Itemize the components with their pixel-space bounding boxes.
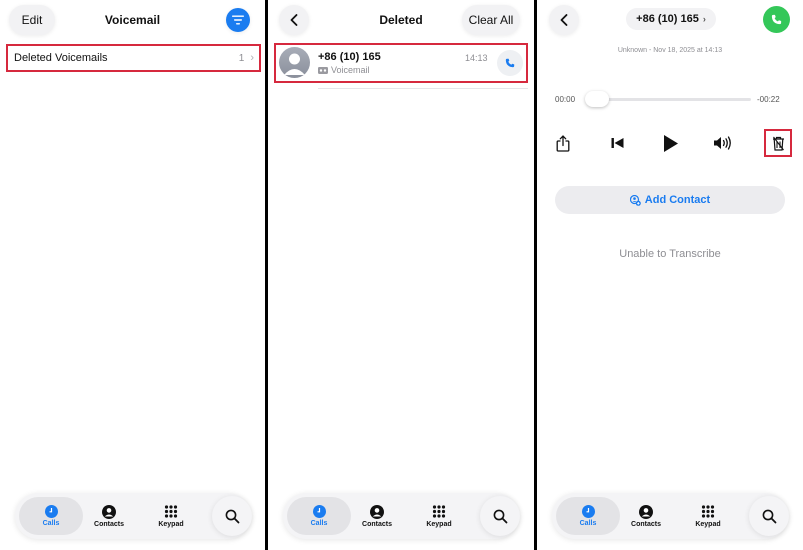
share-button[interactable] bbox=[552, 132, 574, 154]
chevron-right-icon: › bbox=[702, 14, 706, 24]
tab-calls-label: Calls bbox=[42, 520, 60, 527]
edit-label: Edit bbox=[21, 13, 43, 27]
search-button[interactable] bbox=[749, 496, 789, 536]
speaker-icon bbox=[714, 136, 731, 150]
tab-keypad-label: Keypad bbox=[158, 520, 184, 528]
tab-keypad[interactable]: Keypad bbox=[139, 497, 203, 535]
person-icon bbox=[639, 504, 653, 519]
tab-calls[interactable]: Calls bbox=[556, 497, 620, 535]
voicemail-meta: Unknown - Nov 18, 2025 at 14:13 bbox=[617, 47, 723, 54]
highlight-box bbox=[764, 129, 792, 157]
skip-back-button[interactable] bbox=[606, 132, 628, 154]
tab-calls-label: Calls bbox=[579, 520, 597, 527]
elapsed-time: 00:00 bbox=[555, 95, 576, 104]
caller-number-button[interactable]: +86 (10) 165 › bbox=[626, 8, 716, 30]
add-contact-button[interactable]: Add Contact bbox=[555, 186, 785, 214]
back-button[interactable] bbox=[279, 5, 309, 35]
tab-calls[interactable]: Calls bbox=[287, 497, 351, 535]
voicemail-screen: Edit Voicemail Deleted Voicemails 1 › Ca… bbox=[0, 0, 265, 550]
clock-icon bbox=[312, 505, 326, 518]
progress-track[interactable] bbox=[587, 98, 751, 101]
filter-button[interactable] bbox=[226, 8, 250, 32]
play-button[interactable] bbox=[659, 131, 683, 155]
clear-all-label: Clear All bbox=[468, 13, 514, 27]
transcription-status: Unable to Transcribe bbox=[619, 248, 721, 260]
tab-keypad[interactable]: Keypad bbox=[407, 497, 471, 535]
add-contact-icon bbox=[629, 194, 641, 206]
skip-back-icon bbox=[611, 138, 623, 148]
remaining-time: -00:22 bbox=[757, 95, 780, 104]
phone-icon bbox=[771, 14, 782, 25]
search-icon bbox=[762, 509, 776, 523]
filter-icon bbox=[232, 15, 244, 25]
tab-contacts-label: Contacts bbox=[362, 520, 392, 528]
tab-contacts[interactable]: Contacts bbox=[77, 497, 141, 535]
person-icon bbox=[102, 504, 116, 519]
clock-icon bbox=[581, 505, 595, 518]
deleted-screen: Deleted Clear All +86 (10) 165 Voicemail… bbox=[268, 0, 534, 550]
person-icon bbox=[370, 504, 384, 519]
tab-contacts[interactable]: Contacts bbox=[345, 497, 409, 535]
edit-button[interactable]: Edit bbox=[9, 5, 55, 35]
highlight-box bbox=[274, 43, 528, 83]
chevron-left-icon bbox=[290, 14, 298, 26]
keypad-icon bbox=[164, 504, 178, 518]
back-button[interactable] bbox=[549, 5, 579, 35]
caller-number: +86 (10) 165 bbox=[636, 13, 699, 25]
keypad-icon bbox=[701, 504, 715, 518]
speaker-button[interactable] bbox=[712, 132, 734, 154]
keypad-icon bbox=[432, 504, 446, 518]
search-icon bbox=[493, 509, 507, 523]
tab-keypad-label: Keypad bbox=[426, 520, 452, 528]
clock-icon bbox=[44, 505, 58, 518]
scrubber-handle[interactable] bbox=[585, 91, 609, 107]
tab-calls[interactable]: Calls bbox=[19, 497, 83, 535]
add-contact-label: Add Contact bbox=[644, 194, 711, 206]
call-back-button[interactable] bbox=[763, 6, 790, 33]
tab-contacts[interactable]: Contacts bbox=[614, 497, 678, 535]
tab-calls-label: Calls bbox=[310, 520, 328, 527]
divider bbox=[318, 88, 528, 89]
search-button[interactable] bbox=[212, 496, 252, 536]
tab-contacts-label: Contacts bbox=[631, 520, 661, 528]
voicemail-detail-screen: +86 (10) 165 › Unknown - Nov 18, 2025 at… bbox=[537, 0, 803, 550]
chevron-left-icon bbox=[560, 14, 568, 26]
tab-keypad-label: Keypad bbox=[695, 520, 721, 528]
search-button[interactable] bbox=[480, 496, 520, 536]
share-icon bbox=[556, 134, 570, 152]
search-icon bbox=[225, 509, 239, 523]
tab-keypad[interactable]: Keypad bbox=[676, 497, 740, 535]
play-icon bbox=[664, 134, 678, 152]
highlight-box bbox=[6, 44, 261, 72]
tab-contacts-label: Contacts bbox=[94, 520, 124, 528]
clear-all-button[interactable]: Clear All bbox=[462, 5, 520, 35]
